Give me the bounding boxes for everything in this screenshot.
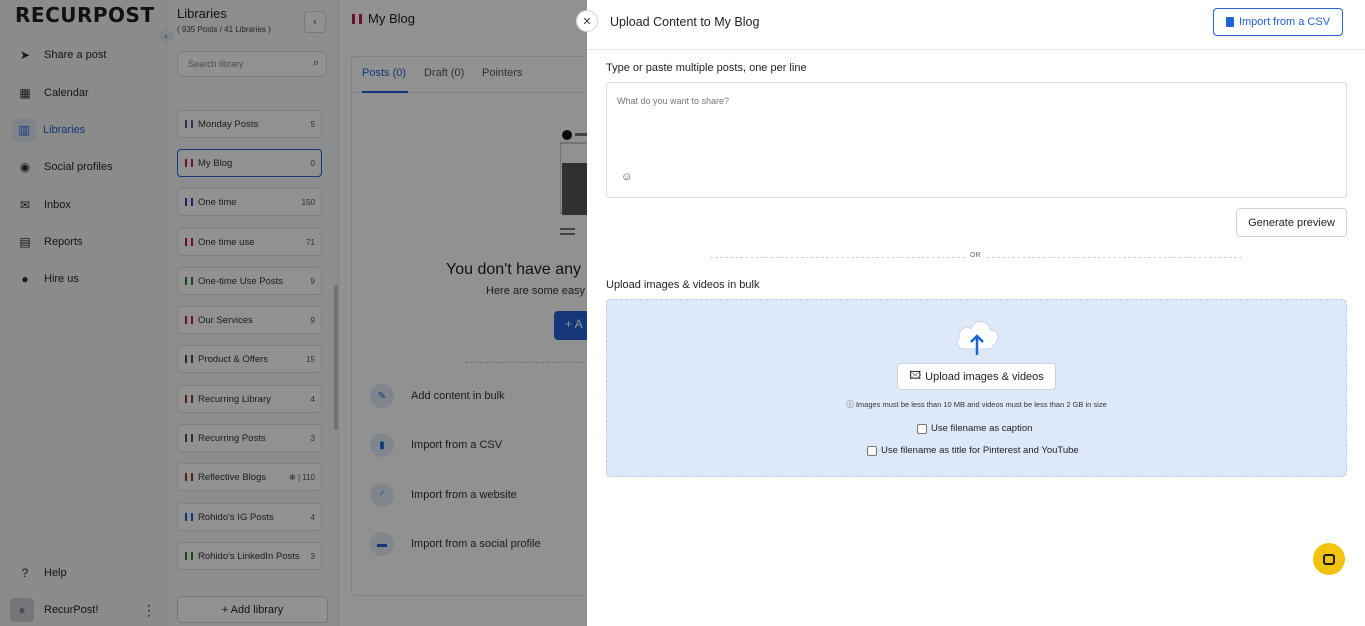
close-drawer-button[interactable]: ✕ — [576, 10, 598, 32]
chat-support-button[interactable] — [1313, 543, 1345, 575]
chat-icon — [1323, 553, 1335, 565]
or-divider-text: OR — [970, 252, 981, 259]
posts-textarea[interactable]: What do you want to share? ☺ — [606, 82, 1347, 198]
info-icon: ⓘ — [846, 400, 856, 409]
or-divider-left — [710, 257, 965, 258]
modal-backdrop[interactable] — [0, 0, 587, 626]
generate-preview-button[interactable]: Generate preview — [1236, 208, 1347, 237]
csv-file-icon — [1225, 17, 1234, 27]
upload-media-label: Upload images & videos — [925, 370, 1044, 383]
upload-size-note: ⓘ Images must be less than 10 MB and vid… — [606, 399, 1347, 410]
drawer-title: Upload Content to My Blog — [610, 15, 760, 29]
import-csv-label: Import from a CSV — [1238, 16, 1331, 28]
upload-media-button[interactable]: 🖾 Upload images & videos — [897, 363, 1056, 390]
image-icon: 🖾 — [909, 370, 922, 382]
close-icon: ✕ — [582, 15, 592, 28]
checkbox[interactable] — [917, 423, 927, 434]
cloud-upload-icon — [956, 321, 999, 355]
filename-caption-checkbox[interactable]: Use filename as caption — [917, 423, 1032, 434]
drawer-header-divider — [587, 49, 1365, 50]
or-divider-right — [987, 257, 1242, 258]
checkbox-label: Use filename as caption — [931, 423, 1033, 434]
filename-title-checkbox[interactable]: Use filename as title for Pinterest and … — [867, 445, 1079, 456]
posts-placeholder: What do you want to share? — [617, 96, 730, 106]
upload-note-text: Images must be less than 10 MB and video… — [855, 400, 1107, 409]
emoji-icon[interactable]: ☺ — [621, 171, 632, 183]
checkbox[interactable] — [867, 445, 877, 456]
text-posts-label: Type or paste multiple posts, one per li… — [606, 62, 807, 74]
checkbox-label: Use filename as title for Pinterest and … — [881, 445, 1079, 456]
import-csv-button[interactable]: Import from a CSV — [1213, 8, 1343, 36]
bulk-upload-label: Upload images & videos in bulk — [606, 279, 760, 291]
